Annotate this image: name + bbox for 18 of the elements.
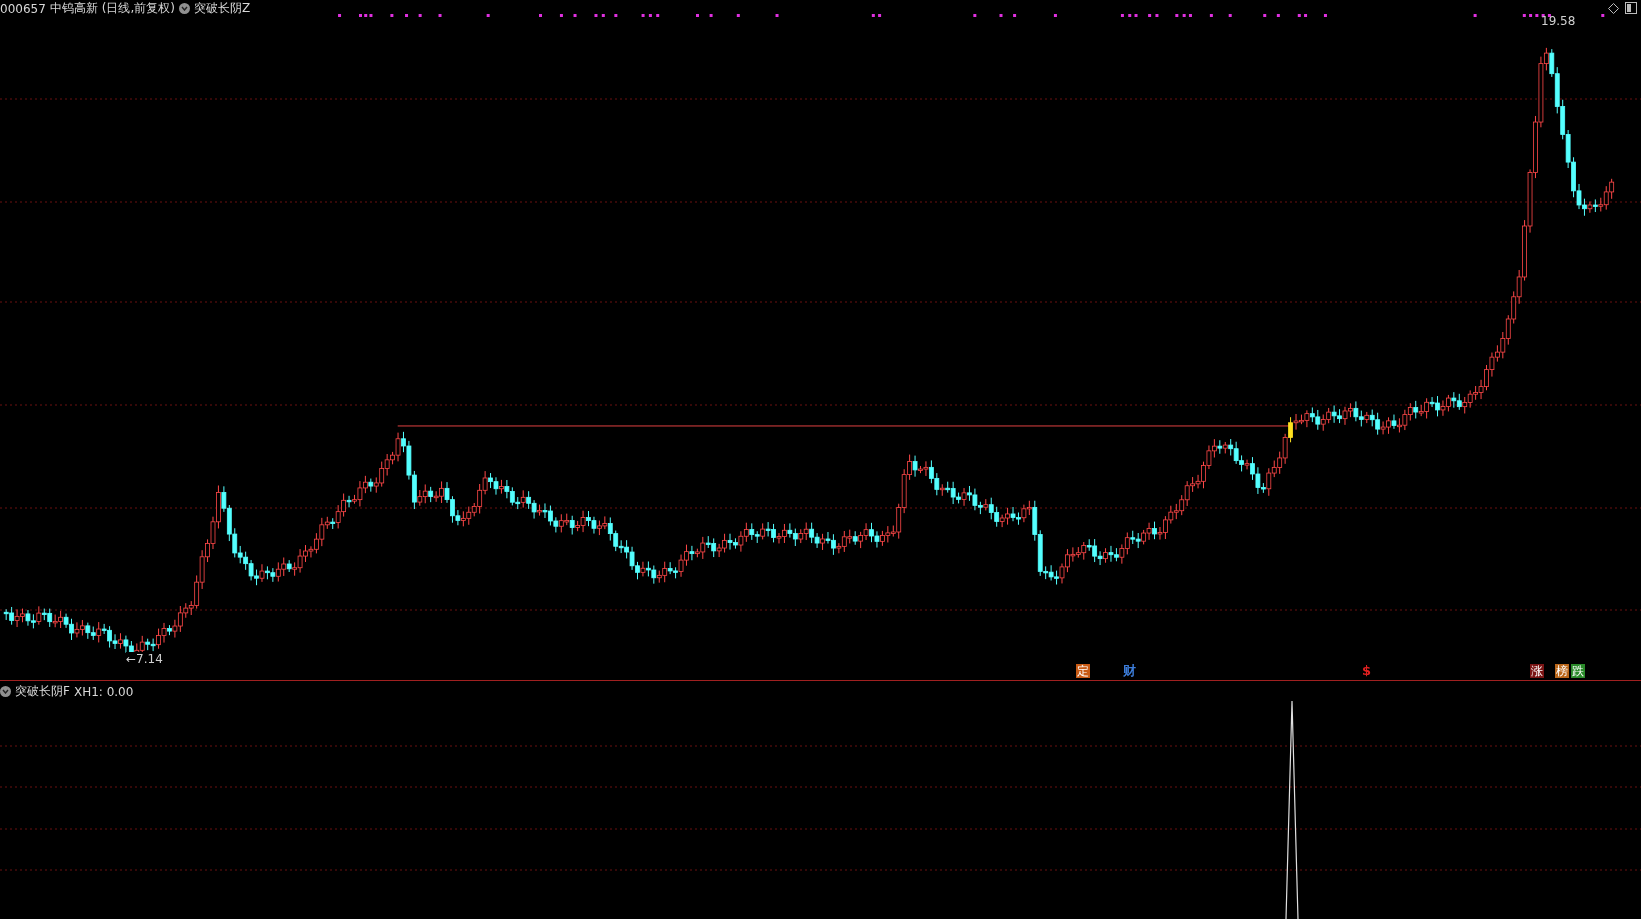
stock-name: 中钨高新 bbox=[49, 0, 98, 17]
event-marker[interactable]: 定 bbox=[1076, 664, 1090, 678]
event-marker[interactable]: 榜 bbox=[1555, 664, 1569, 678]
event-marker[interactable]: 财 bbox=[1122, 664, 1137, 678]
indicator-name: 突破长阴F bbox=[15, 683, 70, 700]
dropdown-icon[interactable] bbox=[179, 3, 190, 14]
event-marker[interactable]: $ bbox=[1361, 664, 1373, 678]
low-price-label: ←7.14 bbox=[126, 652, 163, 666]
window-icon[interactable] bbox=[1625, 2, 1637, 14]
period-label: (日线,前复权) bbox=[101, 0, 175, 17]
dropdown-icon[interactable] bbox=[0, 686, 11, 697]
diamond-icon[interactable] bbox=[1608, 2, 1619, 14]
high-price-label: 19.58 bbox=[1541, 14, 1576, 28]
indicator-name: 突破长阴Z bbox=[194, 0, 251, 17]
event-marker[interactable]: 涨 bbox=[1530, 664, 1544, 678]
stock-code: 000657 bbox=[0, 1, 46, 16]
event-marker[interactable]: 跌 bbox=[1571, 664, 1585, 678]
indicator-readout: XH1: 0.00 bbox=[73, 684, 134, 699]
